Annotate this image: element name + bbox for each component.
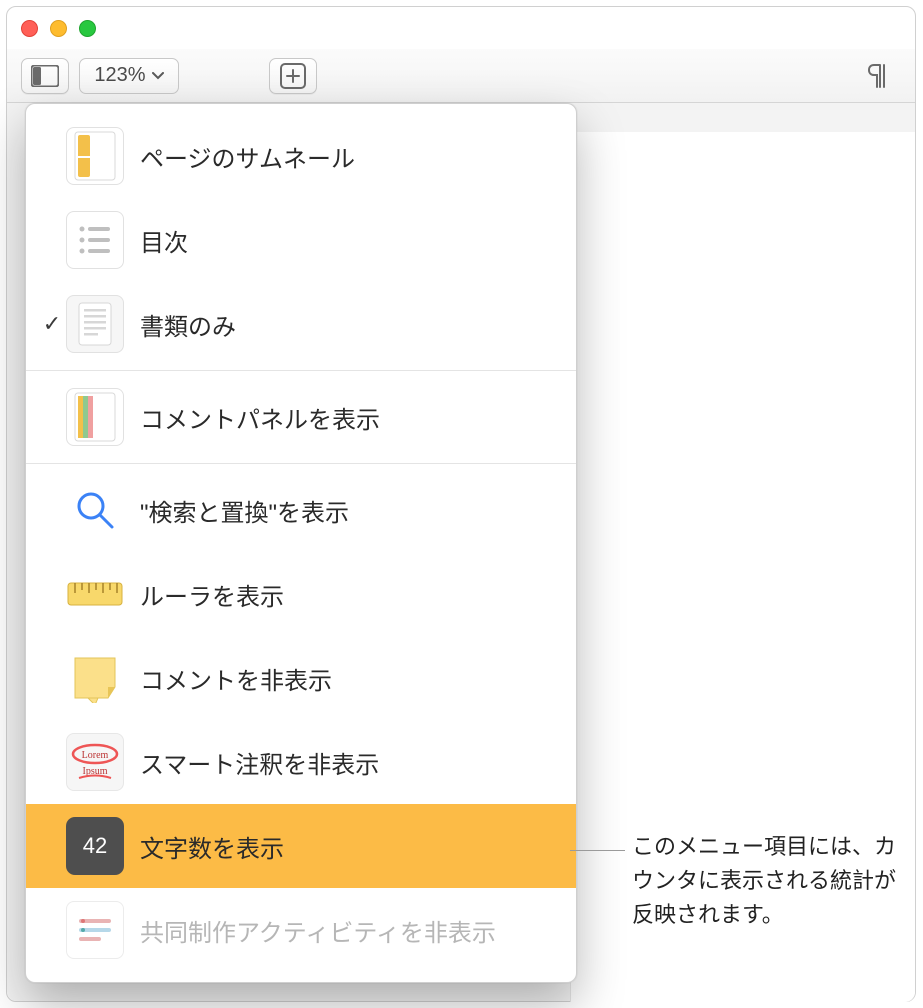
menu-item-label: "検索と置換"を表示 [140, 493, 349, 528]
paragraph-button[interactable] [853, 58, 901, 94]
menu-item-label: コメントパネルを表示 [140, 400, 380, 435]
menu-item-label: 文字数を表示 [140, 829, 284, 864]
menu-item-hide-smart-annotations[interactable]: Lorem Ipsum スマート注釈を非表示 [26, 720, 576, 804]
svg-text:Lorem: Lorem [82, 750, 109, 761]
pilcrow-icon [866, 63, 888, 89]
menu-item-label: 目次 [140, 223, 188, 258]
menu-item-label: ページのサムネール [140, 139, 355, 174]
insert-button[interactable] [269, 58, 317, 94]
menu-item-label: コメントを非表示 [140, 661, 332, 696]
menu-item-hide-comments[interactable]: コメントを非表示 [26, 636, 576, 720]
menu-separator [26, 370, 576, 371]
titlebar [7, 7, 915, 49]
menu-item-page-thumbnails[interactable]: ページのサムネール [26, 114, 576, 198]
comments-panel-icon [66, 388, 124, 446]
fullscreen-window-button[interactable] [79, 20, 96, 37]
menu-item-hide-collab-activity: 共同制作アクティビティを非表示 [26, 888, 576, 972]
zoom-dropdown[interactable]: 123% [79, 58, 179, 94]
menu-item-label: 書類のみ [140, 307, 236, 342]
window-controls [21, 20, 96, 37]
view-menu-popover: ページのサムネール 目次 ✓ [25, 103, 577, 983]
word-count-icon: 42 [66, 817, 124, 875]
view-button[interactable] [21, 58, 69, 94]
chevron-down-icon [152, 72, 164, 80]
menu-item-show-word-count[interactable]: 42 文字数を表示 [26, 804, 576, 888]
search-icon [66, 481, 124, 539]
checkmark-icon: ✓ [38, 311, 66, 337]
menu-item-label: ルーラを表示 [140, 577, 284, 612]
plus-box-icon [280, 63, 306, 89]
menu-item-label: スマート注釈を非表示 [140, 745, 379, 780]
menu-item-toc[interactable]: 目次 [26, 198, 576, 282]
menu-item-show-comments-panel[interactable]: コメントパネルを表示 [26, 375, 576, 459]
smart-annotation-icon: Lorem Ipsum [66, 733, 124, 791]
callout-leader-line [570, 850, 625, 851]
menu-item-label: 共同制作アクティビティを非表示 [140, 913, 496, 948]
toolbar: 123% [7, 49, 915, 103]
menu-item-show-ruler[interactable]: ルーラを表示 [26, 552, 576, 636]
menu-separator [26, 463, 576, 464]
document-icon [66, 295, 124, 353]
minimize-window-button[interactable] [50, 20, 67, 37]
callout-text: このメニュー項目には、カウンタに表示される統計が反映されます。 [632, 830, 914, 932]
menu-item-document-only[interactable]: ✓ 書類のみ [26, 282, 576, 366]
collab-activity-icon [66, 901, 124, 959]
close-window-button[interactable] [21, 20, 38, 37]
thumbnails-icon [66, 127, 124, 185]
sidebar-icon [31, 65, 59, 87]
sticky-note-icon [66, 649, 124, 707]
word-count-badge: 42 [83, 833, 107, 859]
list-icon [66, 211, 124, 269]
menu-item-show-find-replace[interactable]: "検索と置換"を表示 [26, 468, 576, 552]
ruler-icon [66, 565, 124, 623]
zoom-value: 123% [94, 64, 145, 87]
